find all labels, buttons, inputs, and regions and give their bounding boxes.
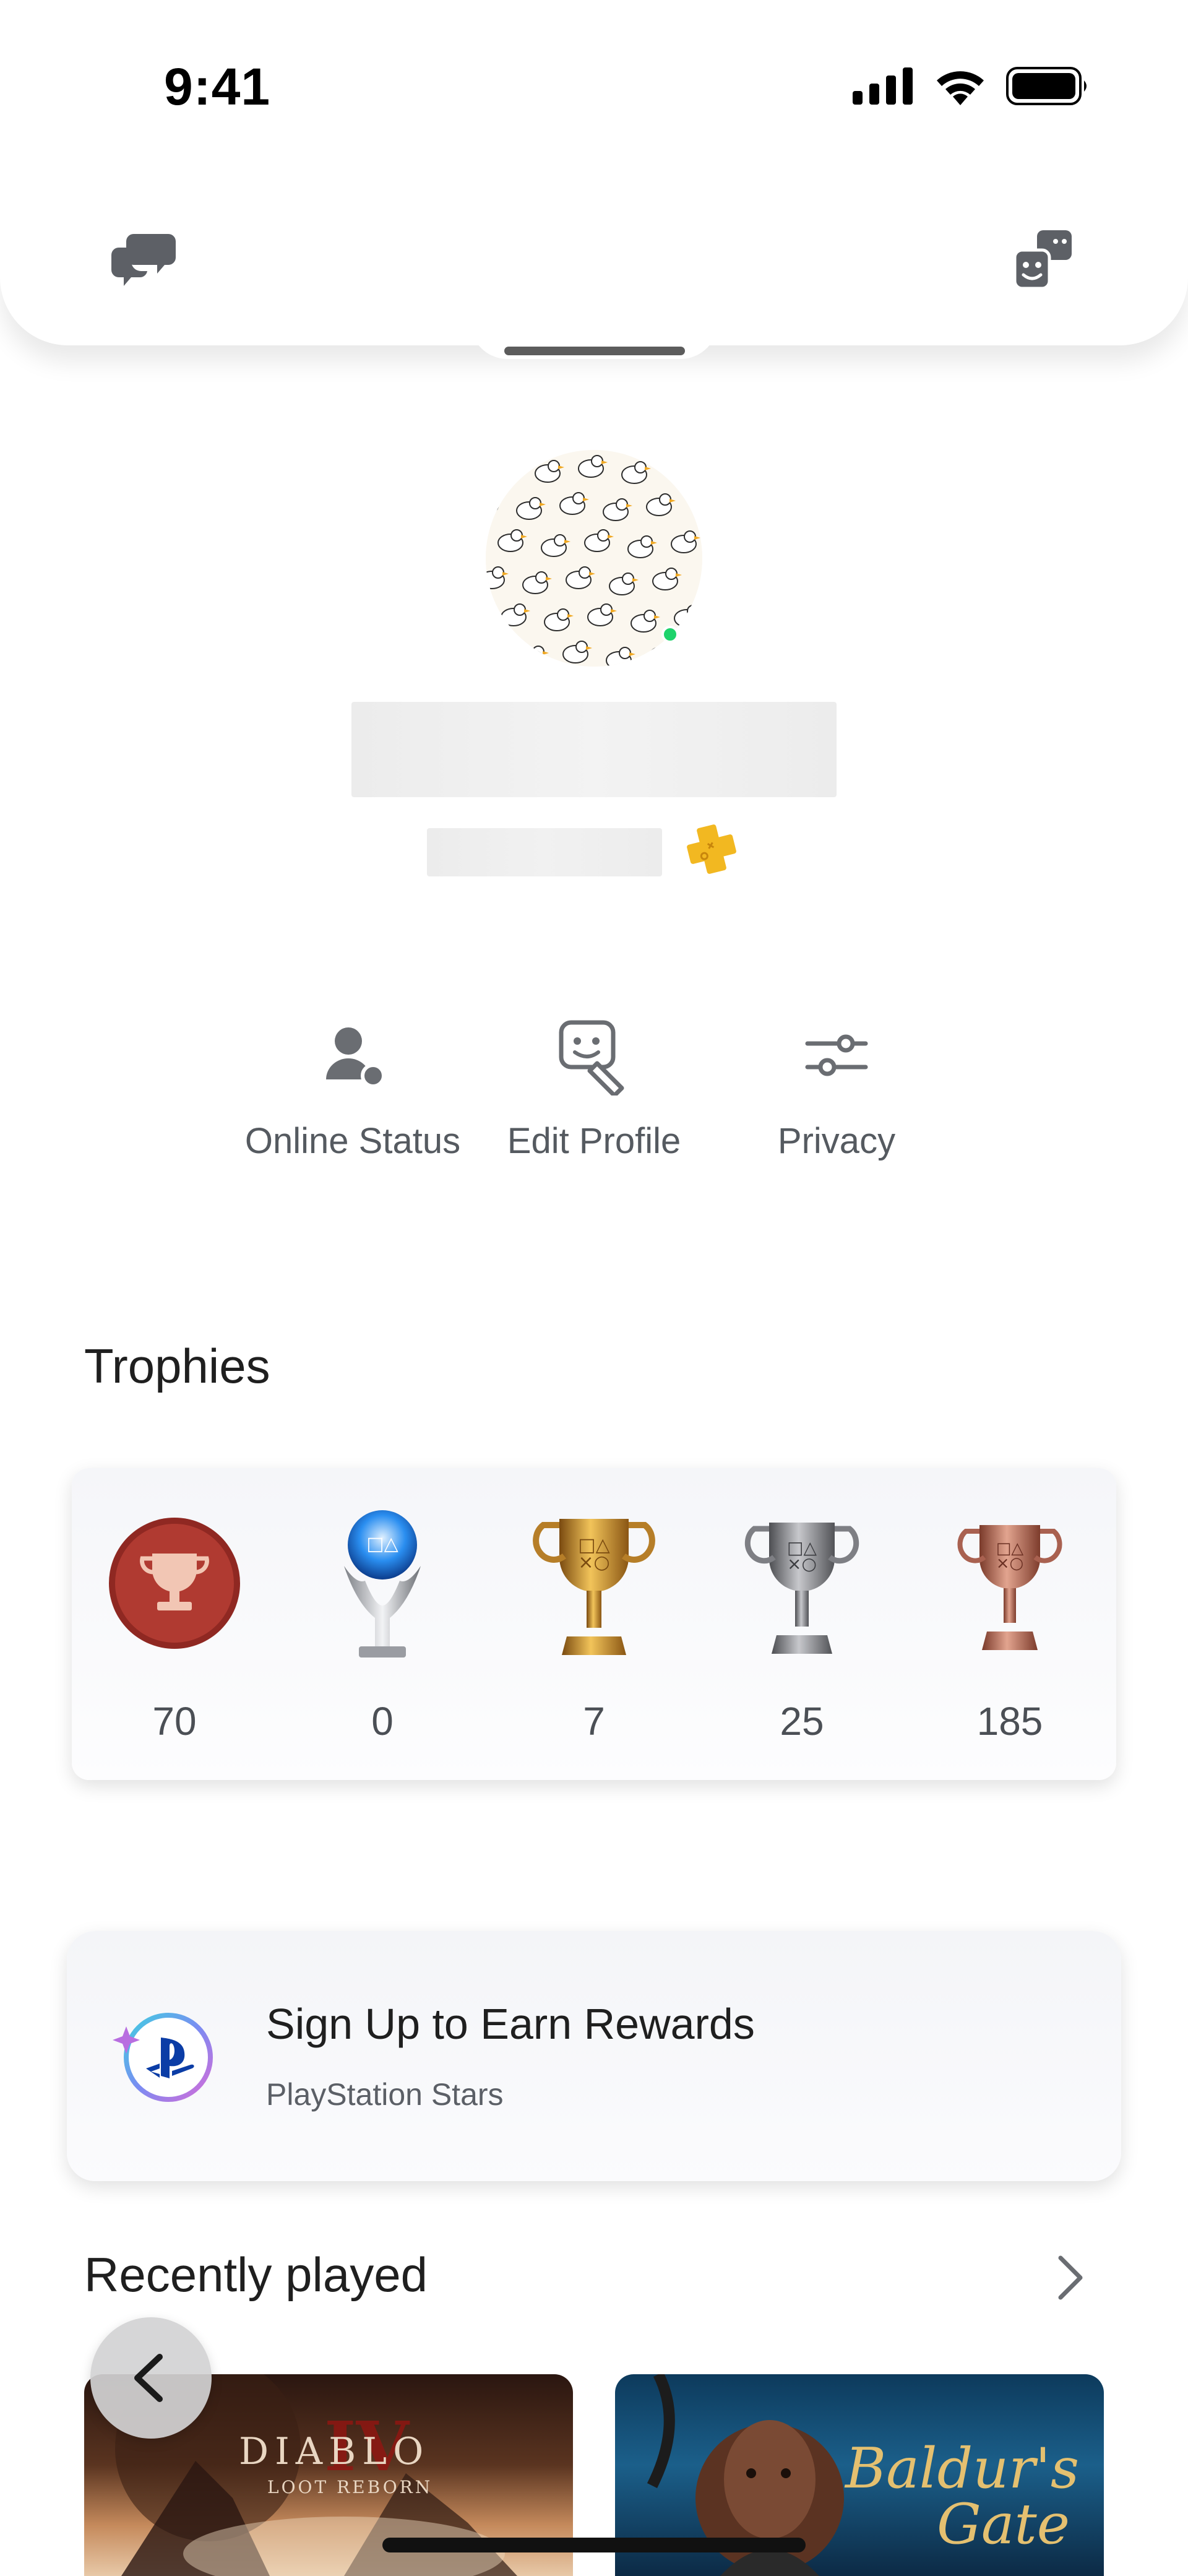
trophy-platinum: □△ 0 [290, 1468, 475, 1744]
trophy-level-count: 70 [152, 1699, 197, 1744]
trophy-platinum-count: 0 [371, 1699, 394, 1744]
trophy-gold-icon: □△ ×○ [533, 1519, 655, 1655]
status-bar: 9:41 [0, 0, 1188, 179]
svg-text:□△: □△ [366, 1533, 398, 1555]
trophies-title: Trophies [84, 1339, 270, 1393]
wifi-icon [937, 71, 984, 105]
privacy-button[interactable]: Privacy [707, 1015, 966, 1162]
person-status-icon [326, 1027, 385, 1088]
playstation-stars-card[interactable]: Sign Up to Earn Rewards PlayStation Star… [67, 1931, 1121, 2181]
sliders-icon [805, 1034, 868, 1076]
chevron-left-icon [134, 2354, 163, 2402]
online-id-redacted [427, 828, 662, 876]
back-button[interactable] [90, 2317, 212, 2439]
svg-text:×○: ×○ [787, 1554, 817, 1574]
svg-text:×○: ×○ [996, 1554, 1023, 1573]
messages-button[interactable] [110, 229, 177, 288]
baldurs-subtitle: Gate [937, 2492, 1070, 2557]
status-time: 9:41 [164, 58, 271, 116]
trophy-gold-count: 7 [583, 1699, 605, 1744]
edit-profile-button[interactable]: Edit Profile [464, 1015, 724, 1162]
svg-text:×○: ×○ [578, 1552, 609, 1573]
chat-bubbles-icon [111, 234, 176, 286]
trophies-card[interactable]: 70 □△ 0 □△ ×○ 7 □△ ×○ 25 □△ ×○ 185 [72, 1468, 1116, 1780]
online-status-dot [661, 626, 679, 643]
trophy-bronze: □△ ×○ 185 [917, 1468, 1103, 1744]
profile-name-redacted [351, 702, 837, 797]
trophy-gold: □△ ×○ 7 [501, 1468, 687, 1744]
trophy-silver: □△ ×○ 25 [709, 1468, 895, 1744]
chevron-right-icon[interactable] [1052, 2253, 1089, 2302]
game-library-icon [1013, 230, 1072, 290]
rewards-title: Sign Up to Earn Rewards [266, 2000, 755, 2048]
trophy-bronze-count: 185 [976, 1699, 1043, 1744]
diablo-title: DIABLO [239, 2430, 430, 2473]
home-indicator[interactable] [382, 2538, 806, 2552]
battery-icon [1006, 67, 1087, 105]
online-status-label: Online Status [244, 1121, 461, 1161]
trophy-bronze-icon: □△ ×○ [957, 1525, 1062, 1650]
cellular-signal-icon [853, 67, 913, 105]
sheet-grabber[interactable] [504, 347, 685, 355]
rewards-subtitle: PlayStation Stars [266, 2077, 504, 2112]
trophy-silver-count: 25 [780, 1699, 824, 1744]
status-icons [853, 67, 1089, 105]
game-library-button[interactable] [1012, 229, 1074, 291]
trophy-platinum-icon: □△ [344, 1510, 421, 1658]
diablo-subtitle: LOOT REBORN [267, 2477, 433, 2497]
recently-played-title: Recently played [84, 2247, 428, 2302]
playstation-stars-icon [113, 2013, 213, 2102]
edit-profile-label: Edit Profile [507, 1121, 681, 1161]
privacy-label: Privacy [777, 1121, 896, 1161]
trophy-silver-icon: □△ ×○ [744, 1523, 859, 1654]
online-status-button[interactable]: Online Status [223, 1015, 483, 1162]
edit-profile-icon [559, 1020, 624, 1096]
playstation-plus-icon [681, 818, 742, 880]
trophy-level-icon [109, 1518, 240, 1649]
trophy-level: 70 [82, 1468, 267, 1744]
